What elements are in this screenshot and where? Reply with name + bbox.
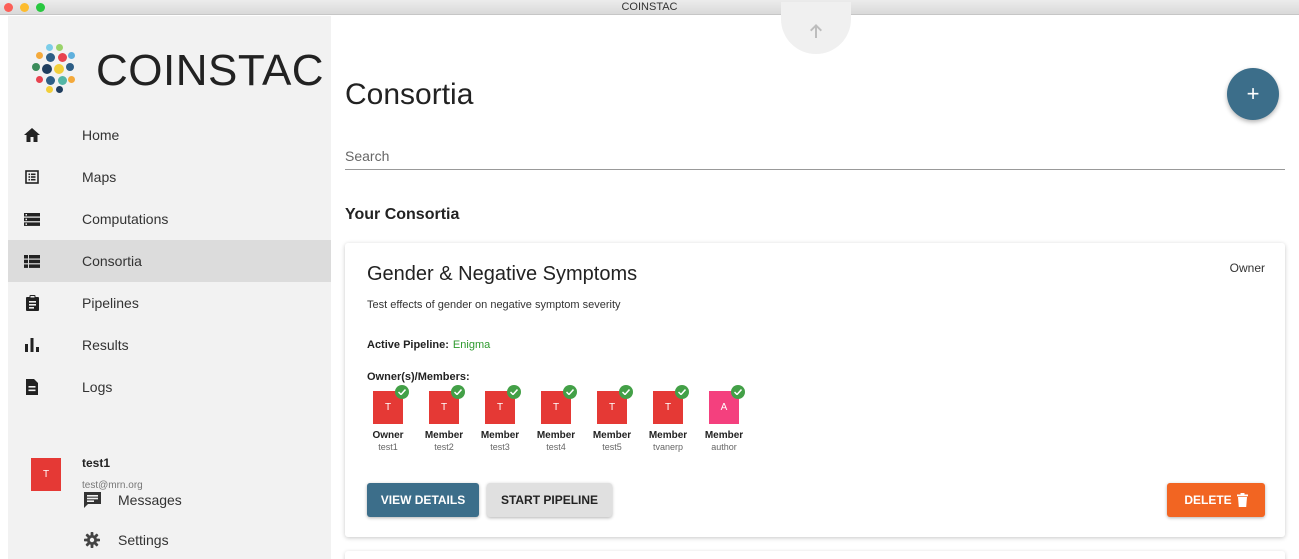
member-role: Member [480,430,520,441]
sidebar-item-pipelines[interactable]: Pipelines [8,282,331,324]
sidebar-item-consortia[interactable]: Consortia [8,240,331,282]
search-input[interactable] [345,142,1285,170]
results-icon [24,337,40,353]
member-item: T Member test5 [593,385,653,452]
check-icon [731,385,745,399]
sidebar-item-label: Logs [82,379,113,395]
member-role: Member [648,430,688,441]
check-icon [563,385,577,399]
sidebar-item-label: Results [82,337,129,353]
member-item: T Member test3 [481,385,541,452]
sidebar: COINSTAC Home Maps Computations Consorti… [8,16,331,559]
message-icon [82,491,102,509]
check-icon [619,385,633,399]
sidebar-item-messages[interactable]: Messages [82,488,182,512]
user-name: test1 [82,456,111,470]
sidebar-item-label: Pipelines [82,295,139,311]
maps-icon [24,169,40,185]
page-title: Consortia [345,78,474,111]
sidebar-item-maps[interactable]: Maps [8,156,331,198]
active-pipeline-label: Active Pipeline: [367,339,449,351]
active-pipeline: Active Pipeline: Enigma [367,339,490,351]
sidebar-item-settings[interactable]: Settings [82,528,169,552]
member-username: tvanerp [652,442,684,452]
consortia-icon [24,253,40,269]
sidebar-item-label: Computations [82,211,169,227]
app-brand: COINSTAC [96,46,325,95]
coinstac-logo-icon [32,44,76,93]
member-role: Owner [372,430,404,441]
sidebar-item-label: Maps [82,169,117,185]
main-content: Consortia + Your Consortia Gender & Nega… [331,2,1299,559]
arrow-up-icon [810,23,822,43]
sidebar-item-label: Home [82,127,120,143]
trash-icon [1236,493,1248,507]
sidebar-item-home[interactable]: Home [8,114,331,156]
logs-icon [24,379,40,395]
member-item: T Member test2 [425,385,485,452]
add-consortium-button[interactable]: + [1227,68,1279,120]
member-role: Member [424,430,464,441]
sidebar-item-logs[interactable]: Logs [8,366,331,408]
check-icon [451,385,465,399]
computations-icon [24,211,40,227]
member-item: T Member test4 [537,385,597,452]
section-title: Your Consortia [345,206,460,223]
member-username: author [711,442,737,452]
consortium-title: Gender & Negative Symptoms [367,263,638,285]
sidebar-item-label: Consortia [82,253,142,269]
role-badge: Owner [1229,261,1265,275]
view-details-button[interactable]: VIEW DETAILS [367,483,479,517]
sidebar-item-label: Settings [118,532,169,548]
window-title: COINSTAC [621,1,678,13]
active-pipeline-link[interactable]: Enigma [453,339,490,351]
member-item: T Owner test1 [372,385,429,452]
gear-icon [82,531,102,549]
sidebar-item-label: Messages [118,492,182,508]
members-label: Owner(s)/Members: [367,371,470,383]
pipelines-icon [24,295,40,311]
delete-button-label: DELETE [1184,493,1232,507]
delete-button[interactable]: DELETE [1167,483,1265,517]
member-username: test5 [602,442,622,452]
member-role: Member [592,430,632,441]
members-list: T Owner test1 T Member test2 T Member te… [372,385,765,452]
window-titlebar: COINSTAC [0,0,1299,15]
member-role: Member [536,430,576,441]
sidebar-item-computations[interactable]: Computations [8,198,331,240]
check-icon [395,385,409,399]
home-icon [24,127,40,143]
check-icon [507,385,521,399]
consortium-card [345,551,1285,559]
avatar[interactable]: T [31,458,61,491]
sidebar-item-results[interactable]: Results [8,324,331,366]
member-username: test1 [378,442,398,452]
scroll-to-top-button[interactable] [781,2,851,54]
consortium-description: Test effects of gender on negative sympt… [367,299,621,311]
consortium-card: Gender & Negative Symptoms Owner Test ef… [345,243,1285,537]
member-username: test3 [490,442,510,452]
member-username: test2 [434,442,454,452]
check-icon [675,385,689,399]
member-username: test4 [546,442,566,452]
member-item: T Member tvanerp [649,385,709,452]
member-role: Member [704,430,744,441]
member-item: A Member author [705,385,765,452]
start-pipeline-button[interactable]: START PIPELINE [487,483,612,517]
